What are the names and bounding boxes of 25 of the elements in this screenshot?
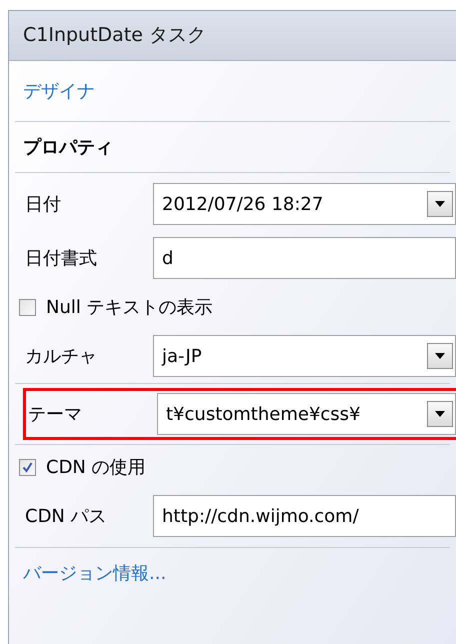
field-label: カルチャ xyxy=(25,344,98,368)
checkbox[interactable] xyxy=(19,458,36,476)
combo-box[interactable]: ja-JP xyxy=(153,335,456,377)
caret-icon xyxy=(435,201,445,207)
caret-icon xyxy=(435,353,445,359)
combo-box[interactable]: 2012/07/26 18:27 xyxy=(153,183,456,225)
checkbox-label: Null テキストの表示 xyxy=(46,296,213,320)
input-field[interactable]: d xyxy=(153,237,456,279)
field-label: CDN パス xyxy=(25,504,108,528)
dropdown-button[interactable] xyxy=(427,401,453,427)
field-label: 日付書式 xyxy=(25,246,98,270)
input-field[interactable]: http://cdn.wijmo.com/ xyxy=(153,495,456,537)
caret-icon xyxy=(435,411,445,417)
checkmark-icon xyxy=(22,462,33,472)
version-info-link[interactable]: バージョン情報... xyxy=(23,560,166,586)
dropdown-button[interactable] xyxy=(427,191,453,217)
panel-title: C1InputDate タスク xyxy=(23,23,206,48)
field-label: テーマ xyxy=(28,402,83,426)
field-label: 日付 xyxy=(25,192,62,216)
section-title: プロパティ xyxy=(23,136,113,160)
combo-box[interactable]: t¥customtheme¥css¥ xyxy=(157,393,456,435)
dropdown-button[interactable] xyxy=(427,343,453,369)
designer-link[interactable]: デザイナ xyxy=(23,78,95,104)
checkbox-label: CDN の使用 xyxy=(46,456,146,480)
checkbox[interactable] xyxy=(19,298,36,316)
